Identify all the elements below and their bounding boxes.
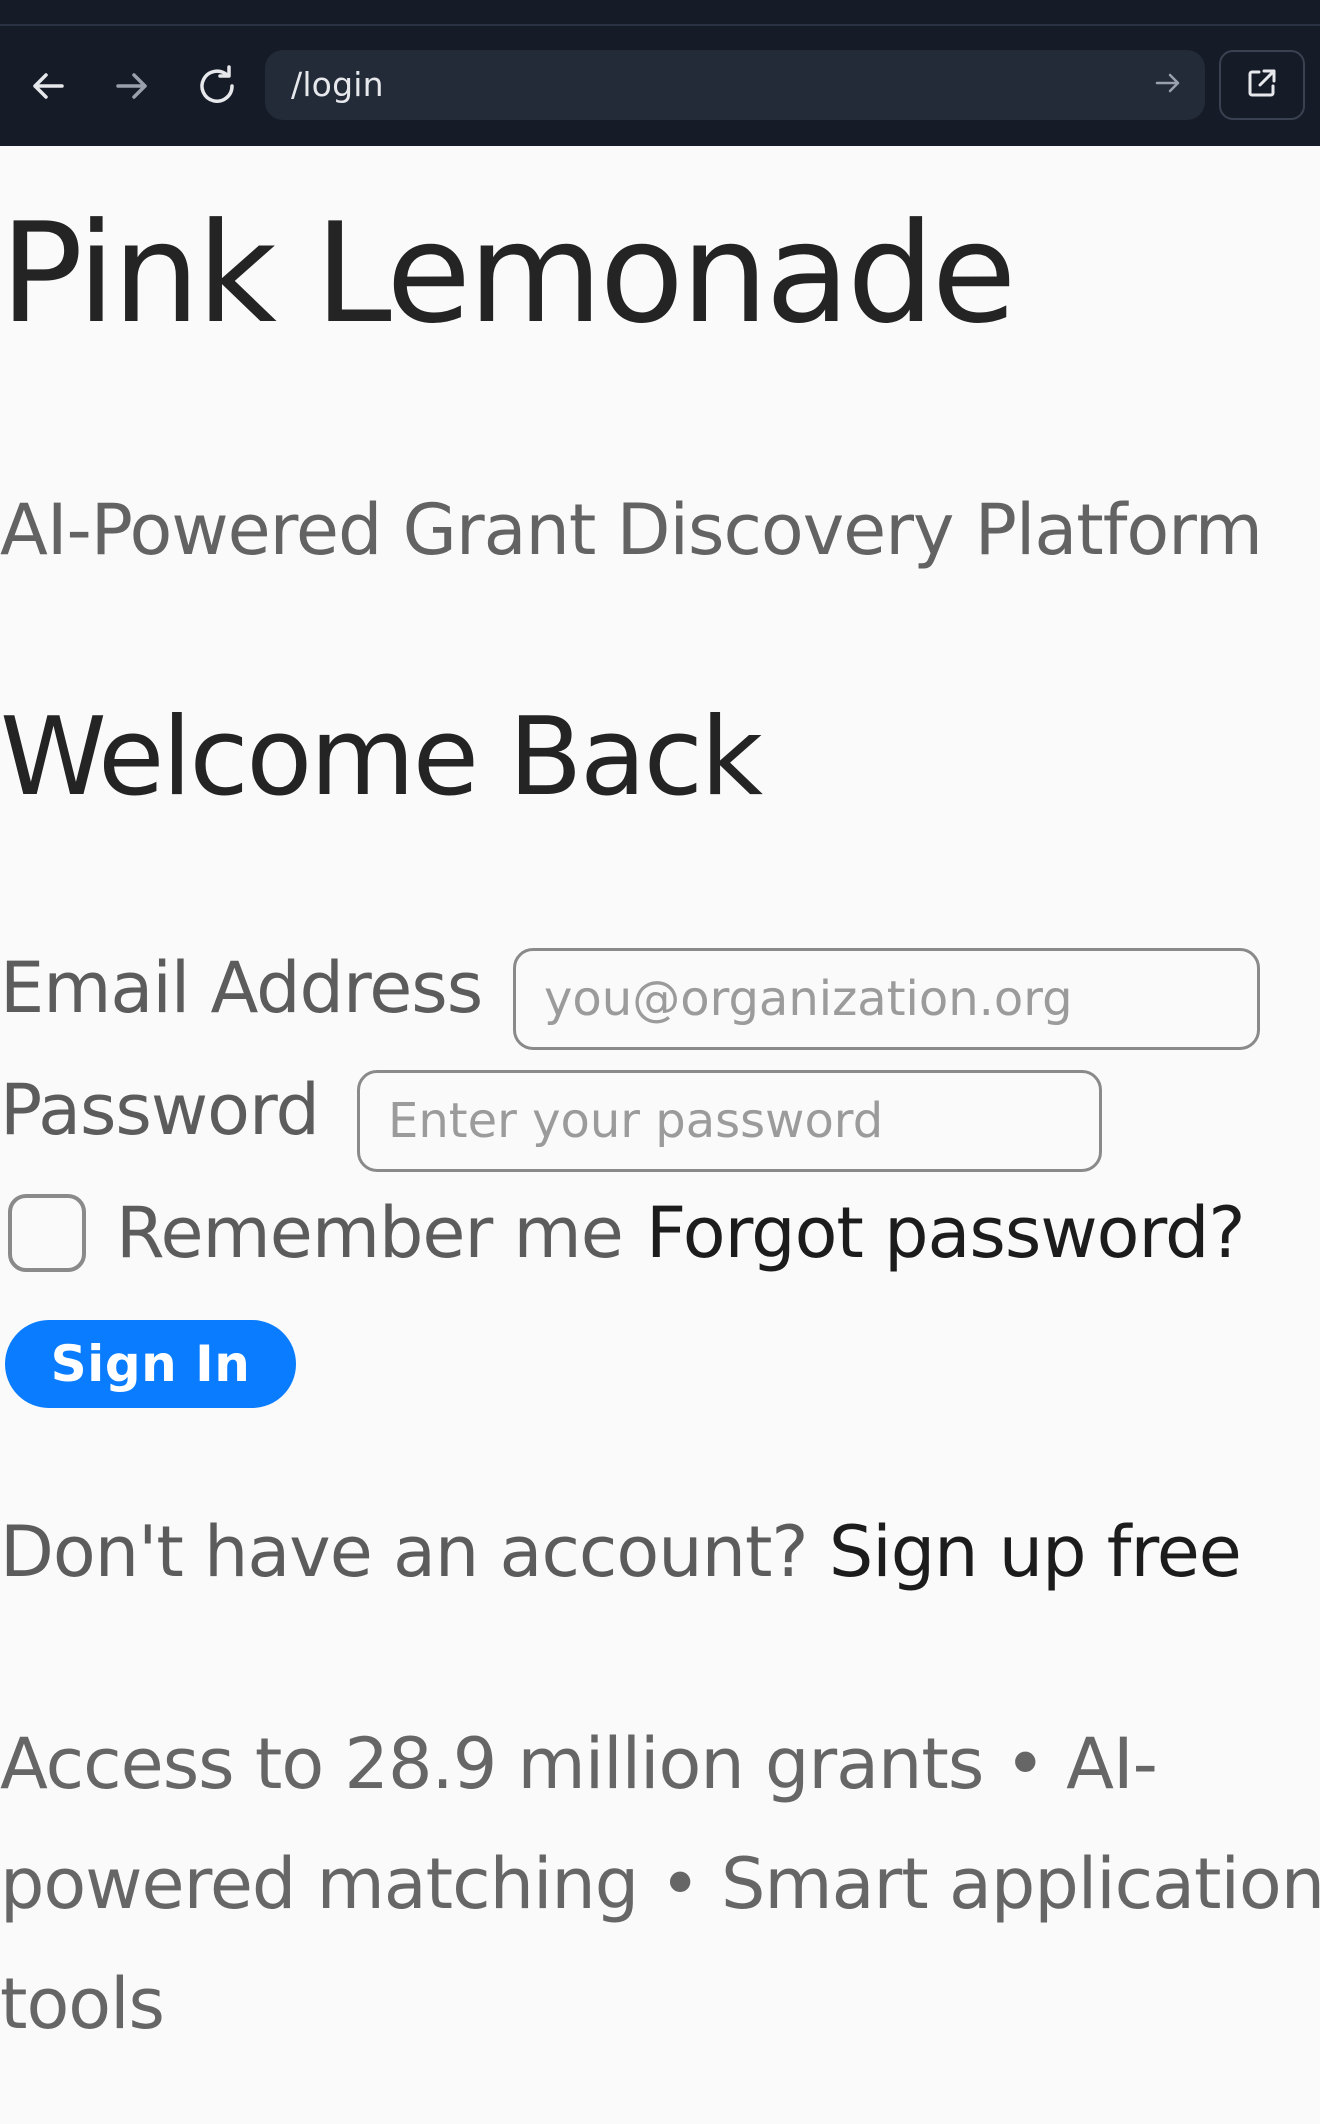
password-field[interactable] <box>357 1070 1102 1172</box>
features-note: Access to 28.9 million grants • AI-power… <box>0 1723 1320 2045</box>
sign-up-link[interactable]: Sign up free <box>829 1511 1242 1593</box>
external-link-icon <box>1244 65 1280 105</box>
app-title: Pink Lemonade <box>0 193 1017 354</box>
address-bar[interactable]: /login <box>265 50 1205 120</box>
go-button[interactable] <box>1147 64 1189 106</box>
forgot-password-link[interactable]: Forgot password? <box>646 1191 1246 1275</box>
tagline: AI-Powered Grant Discovery Platform <box>0 489 1263 571</box>
reload-button[interactable] <box>189 58 245 114</box>
signup-prompt-line: Don't have an account? Sign up free <box>0 1510 1242 1594</box>
open-in-new-tab-button[interactable] <box>1219 50 1305 120</box>
toolbar-divider <box>0 24 1320 26</box>
arrow-right-icon <box>1153 68 1183 102</box>
password-label: Password <box>0 1069 320 1151</box>
arrow-left-icon <box>28 66 68 106</box>
arrow-right-icon <box>112 66 152 106</box>
remember-me-checkbox[interactable] <box>8 1194 86 1272</box>
forward-button[interactable] <box>104 58 160 114</box>
welcome-heading: Welcome Back <box>0 695 763 820</box>
email-label: Email Address <box>0 947 483 1029</box>
signup-prompt-text: Don't have an account? <box>0 1511 829 1593</box>
back-button[interactable] <box>20 58 76 114</box>
browser-toolbar: /login <box>0 0 1320 146</box>
reload-icon <box>194 63 240 109</box>
email-field[interactable] <box>513 948 1260 1050</box>
sign-in-button[interactable]: Sign In <box>5 1320 296 1408</box>
url-text[interactable]: /login <box>291 64 384 106</box>
remember-me-label[interactable]: Remember me <box>116 1191 624 1275</box>
